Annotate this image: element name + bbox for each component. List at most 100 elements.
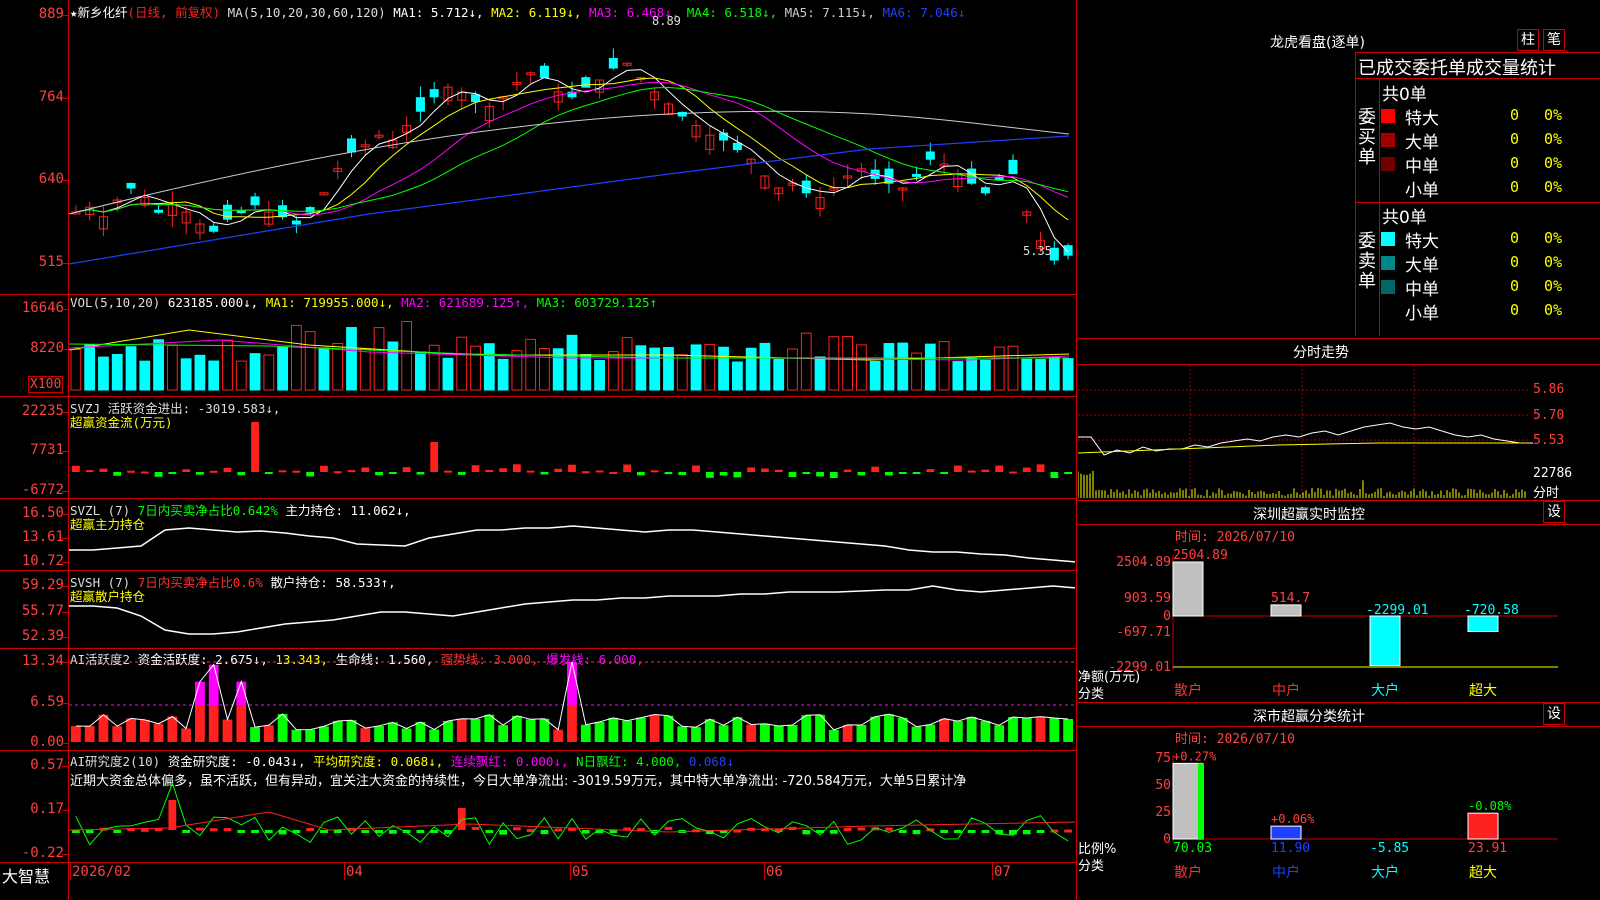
class-bar-change-label: +0.06% <box>1271 812 1315 826</box>
class-top-sep <box>1078 702 1600 703</box>
flow-bar <box>995 465 1004 472</box>
order-size-label: 特大 <box>1405 232 1439 252</box>
monitor-category: 中户 <box>1272 682 1300 699</box>
class-settings-button[interactable]: 设 <box>1543 703 1565 725</box>
activity-bar <box>456 718 467 742</box>
flow-bar <box>554 468 563 472</box>
axis-tick <box>62 349 69 350</box>
intraday-axis-label: 5.86 <box>1533 382 1565 397</box>
research-bar <box>264 830 273 833</box>
ai-activity-chart[interactable] <box>69 650 1075 750</box>
monitor-bar-value: 514.7 <box>1271 591 1310 606</box>
class-bar-chart[interactable]: 75 50 25 0 +0.27% 70.03 散户 +0.06% 11.90 中户 -5.85 大户… <box>1078 727 1600 900</box>
volume-bar <box>442 357 454 391</box>
research-bar <box>554 828 563 832</box>
axis-tick-label: 515 <box>38 254 64 270</box>
monitor-settings-button[interactable]: 设 <box>1543 501 1565 523</box>
chart-area[interactable]: ★新乡化纤(日线, 前复权) MA(5,10,20,30,60,120) MA1… <box>0 0 1077 900</box>
volume-bar <box>1062 358 1074 391</box>
monitor-bar <box>1172 561 1204 617</box>
flow-bar <box>1036 464 1045 472</box>
flow-bar <box>72 465 80 472</box>
column-view-button[interactable]: 柱 <box>1517 29 1539 51</box>
activity-bar <box>84 726 95 742</box>
volume-bar <box>456 336 468 391</box>
flow-bar <box>127 470 135 473</box>
volume-bar <box>787 348 798 391</box>
buy-total: 共0单 <box>1382 85 1427 105</box>
flow-bar <box>650 470 659 473</box>
activity-bar <box>360 728 371 742</box>
order-size-label: 特大 <box>1405 109 1439 129</box>
order-count: 0 <box>1510 253 1520 271</box>
flow-bar <box>402 467 411 472</box>
activity-bar <box>374 725 384 742</box>
volume-chart[interactable] <box>69 310 1075 396</box>
retail-holding-chart[interactable] <box>69 572 1075 648</box>
activity-bar <box>994 725 1005 742</box>
flow-bar <box>871 466 880 472</box>
flow-bar <box>540 472 549 475</box>
candlestick-chart[interactable] <box>69 14 1075 294</box>
date-tick <box>764 862 765 880</box>
flow-bar <box>113 472 122 476</box>
sell-side-label: 委卖单 <box>1358 231 1376 292</box>
flow-bar <box>457 472 466 475</box>
activity-bar <box>305 729 316 742</box>
flow-bar <box>485 469 494 472</box>
volume-bar <box>318 347 330 391</box>
candle-body <box>250 196 260 206</box>
main-holding-chart[interactable] <box>69 500 1075 570</box>
monitor-bar-chart[interactable]: 2504.89 903.59 0-697.71 -2299.01 2504.89 散户 51… <box>1078 525 1600 700</box>
candle-body <box>126 182 136 189</box>
volume-bar <box>1048 357 1060 391</box>
monitor-top-sep <box>1078 500 1600 501</box>
stat-sep <box>1356 78 1600 79</box>
axis-tick <box>62 743 69 744</box>
class-bar-value: 70.03 <box>1173 841 1212 856</box>
volume-bar <box>346 327 357 391</box>
flow-bar <box>843 469 852 472</box>
research-bar <box>898 830 907 833</box>
vol-legend: VOL(5,10,20) 623185.000↓, MA1: 719955.00… <box>70 295 657 310</box>
research-bar <box>168 800 177 830</box>
candle-body <box>236 210 246 214</box>
ai-research-chart[interactable] <box>69 752 1075 862</box>
candle-body <box>209 225 219 232</box>
legend-item: MA1: 719955.000↓, <box>265 295 402 310</box>
activity-bar <box>443 720 453 742</box>
intraday-top-sep <box>1078 338 1600 339</box>
research-bar <box>306 827 315 831</box>
volume-bar <box>938 341 950 391</box>
order-percent: 0% <box>1544 301 1563 319</box>
activity-bar <box>746 724 757 742</box>
activity-bar <box>718 725 729 742</box>
flow-bar <box>333 471 342 474</box>
activity-bar <box>332 720 343 742</box>
axis-tick <box>62 538 69 539</box>
capital-flow-chart[interactable] <box>69 420 1075 498</box>
research-bar <box>471 826 480 830</box>
axis-tick-label: 22235 <box>21 403 64 419</box>
activity-bar <box>98 714 109 742</box>
date-tick-label: 06 <box>766 864 783 880</box>
volume-bar <box>635 345 647 391</box>
activity-bar <box>897 717 908 742</box>
research-bar <box>967 830 976 833</box>
flow-bar <box>857 472 866 476</box>
price-low-label: 5.35 <box>1023 244 1052 258</box>
class-category: 大户 <box>1371 864 1399 881</box>
research-bar <box>196 827 204 831</box>
buy-side-label: 委买单 <box>1358 107 1376 168</box>
flow-bar <box>719 472 728 476</box>
date-tick-label: 07 <box>994 864 1011 880</box>
pen-view-button[interactable]: 笔 <box>1543 29 1565 51</box>
flow-bar <box>320 465 328 472</box>
axis-tick-label: 10.72 <box>21 553 64 569</box>
intraday-chart[interactable] <box>1078 365 1600 500</box>
order-size-label: 中单 <box>1405 157 1439 177</box>
volume-bar <box>166 344 178 391</box>
lhb-title: 龙虎看盘(逐单) <box>1270 35 1365 51</box>
order-count: 0 <box>1510 154 1520 172</box>
activity-bar <box>939 718 949 742</box>
